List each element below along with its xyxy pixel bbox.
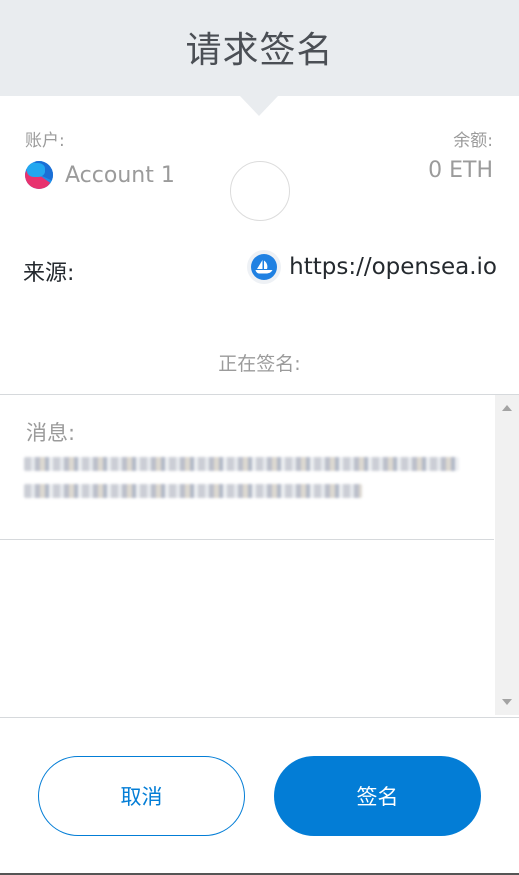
message-label: 消息: [26, 421, 76, 445]
header-pointer [240, 96, 278, 116]
scroll-up-arrow-icon[interactable] [502, 405, 512, 411]
origin-url: https://opensea.io [289, 254, 497, 280]
account-selector: Account 1 [25, 161, 175, 189]
balance-label: 余额: [453, 131, 493, 151]
origin-label: 来源: [23, 261, 75, 286]
signing-label: 正在签名: [218, 353, 301, 375]
origin-info: https://opensea.io [247, 250, 497, 284]
message-text-redacted [24, 457, 464, 511]
page-title: 请求签名 [185, 30, 334, 71]
account-name: Account 1 [65, 162, 175, 188]
cancel-button[interactable]: 取消 [38, 756, 245, 836]
message-section: 消息: [0, 395, 494, 540]
header: 请求签名 [0, 0, 519, 96]
account-label: 账户: [25, 131, 65, 151]
scroll-down-arrow-icon[interactable] [502, 699, 512, 705]
account-avatar [25, 161, 53, 189]
message-scrollbar[interactable] [495, 395, 519, 715]
sign-button[interactable]: 签名 [274, 756, 481, 836]
site-image-circle [230, 161, 290, 221]
message-box[interactable]: 消息: [0, 394, 519, 718]
opensea-icon [247, 250, 282, 284]
balance-value: 0 ETH [428, 158, 493, 183]
